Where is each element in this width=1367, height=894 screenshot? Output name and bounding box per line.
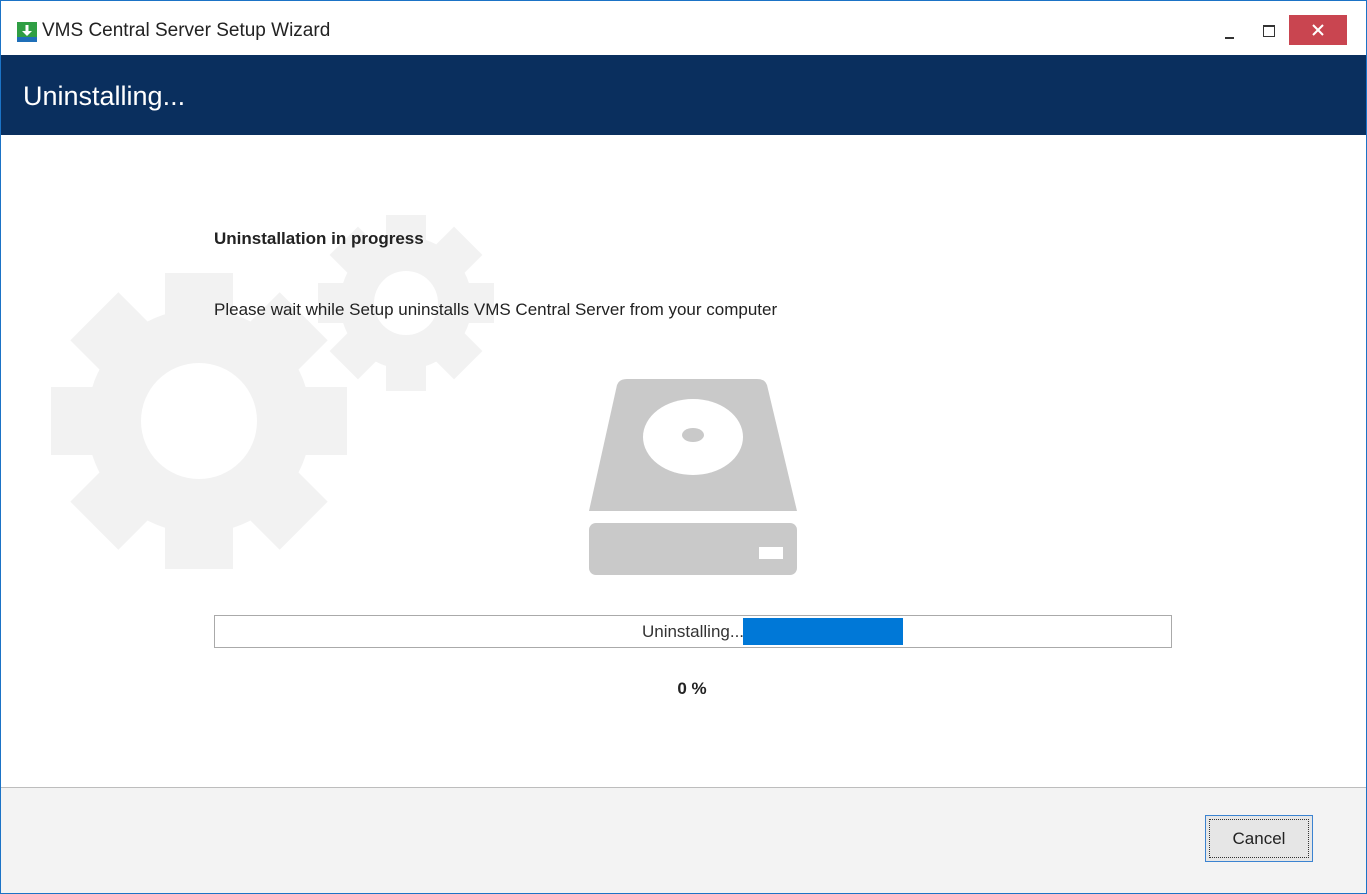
page-title: Uninstalling...	[23, 81, 186, 111]
cancel-button[interactable]: Cancel	[1205, 815, 1313, 862]
progress-description: Please wait while Setup uninstalls VMS C…	[214, 300, 778, 319]
page-header: Uninstalling...	[1, 55, 1366, 135]
download-installer-icon	[17, 22, 37, 42]
maximize-icon	[1263, 25, 1275, 37]
close-button[interactable]	[1289, 15, 1347, 45]
maximize-button[interactable]	[1249, 15, 1289, 45]
close-icon	[1312, 24, 1324, 36]
setup-wizard-window: VMS Central Server Setup Wizard Uninstal…	[0, 0, 1367, 894]
minimize-icon	[1225, 37, 1234, 39]
title-bar[interactable]: VMS Central Server Setup Wizard	[1, 1, 1366, 55]
hard-drive-icon	[589, 379, 797, 575]
progress-percent: 0 %	[677, 679, 707, 698]
window-title: VMS Central Server Setup Wizard	[42, 20, 331, 41]
button-bar: Cancel	[1, 787, 1366, 893]
main-content: Uninstallation in progress Please wait w…	[1, 135, 1366, 787]
minimize-button[interactable]	[1209, 15, 1249, 45]
gears-icon	[51, 215, 494, 569]
progress-heading: Uninstallation in progress	[214, 229, 424, 248]
progress-bar: Uninstalling...	[214, 615, 1172, 648]
progress-label: Uninstalling...	[641, 622, 745, 641]
